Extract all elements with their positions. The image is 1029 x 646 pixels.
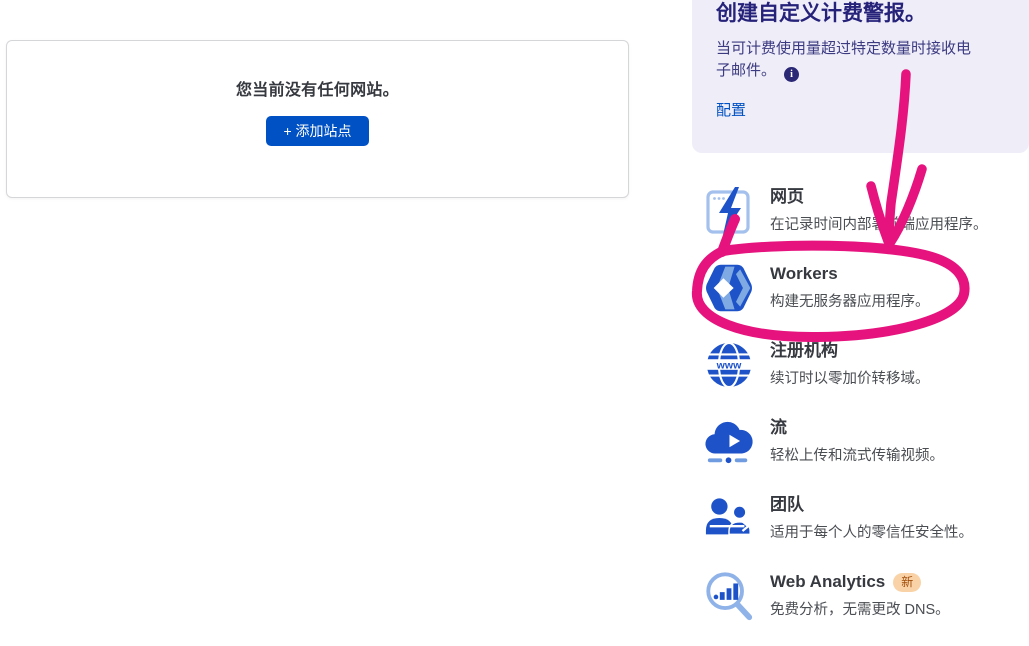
new-badge: 新 — [893, 573, 921, 592]
product-name-label: Web Analytics — [770, 572, 885, 592]
registrar-icon: www — [702, 338, 756, 392]
sidebar: 创建自定义计费警报。 当可计费使用量超过特定数量时接收电子邮件。i 配置 — [692, 0, 1029, 153]
product-name: Workers — [770, 264, 930, 284]
product-name: Web Analytics 新 — [770, 572, 950, 592]
empty-websites-card: 您当前没有任何网站。 + 添加站点 — [6, 40, 629, 198]
product-desc: 构建无服务器应用程序。 — [770, 290, 930, 311]
product-desc: 续订时以零加价转移域。 — [770, 367, 930, 388]
product-item-workers[interactable]: Workers 构建无服务器应用程序。 — [692, 261, 1029, 315]
product-item-registrar[interactable]: www 注册机构 续订时以零加价转移域。 — [692, 338, 1029, 392]
product-list: 网页 在记录时间内部署前端应用程序。 Workers 构建无服务器应用程序。 — [692, 184, 1029, 646]
product-name: 注册机构 — [770, 341, 930, 361]
workers-icon — [702, 261, 756, 315]
info-icon[interactable]: i — [784, 67, 799, 82]
product-name: 团队 — [770, 495, 973, 515]
svg-text:www: www — [716, 359, 742, 371]
empty-websites-title: 您当前没有任何网站。 — [236, 76, 399, 100]
stream-icon — [702, 415, 756, 469]
configure-link[interactable]: 配置 — [716, 99, 746, 120]
product-desc: 免费分析，无需更改 DNS。 — [770, 598, 950, 619]
add-site-button[interactable]: + 添加站点 — [266, 116, 368, 146]
product-desc: 适用于每个人的零信任安全性。 — [770, 521, 973, 542]
pages-icon — [702, 184, 756, 238]
billing-alert-panel: 创建自定义计费警报。 当可计费使用量超过特定数量时接收电子邮件。i 配置 — [692, 0, 1029, 153]
product-item-teams[interactable]: 团队 适用于每个人的零信任安全性。 — [692, 492, 1029, 546]
web-analytics-icon — [702, 569, 756, 623]
billing-alert-body: 当可计费使用量超过特定数量时接收电子邮件。i — [716, 38, 978, 82]
product-item-pages[interactable]: 网页 在记录时间内部署前端应用程序。 — [692, 184, 1029, 238]
teams-icon — [702, 492, 756, 546]
billing-alert-title: 创建自定义计费警报。 — [716, 1, 1009, 27]
product-desc: 在记录时间内部署前端应用程序。 — [770, 213, 988, 234]
product-desc: 轻松上传和流式传输视频。 — [770, 444, 944, 465]
product-item-stream[interactable]: 流 轻松上传和流式传输视频。 — [692, 415, 1029, 469]
product-name: 网页 — [770, 187, 988, 207]
product-name: 流 — [770, 418, 944, 438]
product-item-web-analytics[interactable]: Web Analytics 新 免费分析，无需更改 DNS。 — [692, 569, 1029, 623]
